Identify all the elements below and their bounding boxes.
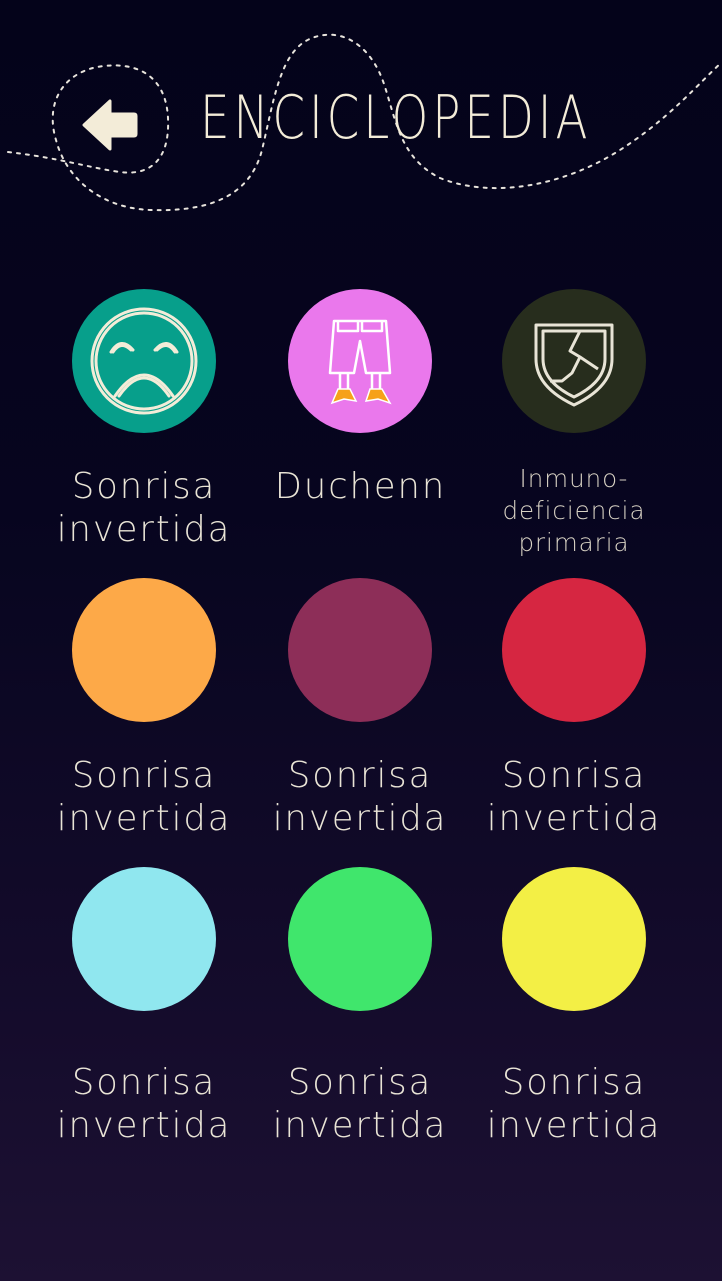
cracked-shield-icon (534, 323, 614, 407)
item-circle (502, 867, 646, 1011)
disease-item-sonrisa-invertida[interactable]: Sonrisa invertida (250, 578, 470, 840)
item-label: Sonrisa invertida (56, 466, 232, 550)
disease-item-sonrisa-invertida[interactable]: Sonrisa invertida (34, 867, 254, 1147)
item-circle (288, 578, 432, 722)
item-label: Sonrisa invertida (272, 755, 448, 839)
item-label: Sonrisa invertida (486, 1062, 662, 1146)
item-label: Sonrisa invertida (486, 755, 662, 839)
item-circle (502, 289, 646, 433)
disease-item-inmunodeficiencia-primaria[interactable]: Inmuno- deficiencia primaria (464, 289, 684, 559)
item-label: Sonrisa invertida (56, 1062, 232, 1146)
item-circle (72, 289, 216, 433)
item-label: Duchenn (274, 466, 446, 507)
disease-item-sonrisa-invertida[interactable]: Sonrisa invertida (464, 867, 684, 1147)
item-circle (288, 867, 432, 1011)
item-circle (288, 289, 432, 433)
disease-item-sonrisa-invertida[interactable]: Sonrisa invertida (34, 289, 254, 551)
disease-item-duchenn[interactable]: Duchenn (250, 289, 470, 508)
disease-item-sonrisa-invertida[interactable]: Sonrisa invertida (34, 578, 254, 840)
item-label: Sonrisa invertida (272, 1062, 448, 1146)
item-circle (502, 578, 646, 722)
item-label: Sonrisa invertida (56, 755, 232, 839)
item-label: Inmuno- deficiencia primaria (502, 464, 646, 557)
disease-item-sonrisa-invertida[interactable]: Sonrisa invertida (250, 867, 470, 1147)
disease-grid: Sonrisa invertida Duchenn Inmuno- defici… (0, 0, 722, 1281)
shorts-legs-icon (328, 319, 392, 405)
sad-face-icon (90, 307, 198, 415)
item-circle (72, 578, 216, 722)
item-circle (72, 867, 216, 1011)
disease-item-sonrisa-invertida[interactable]: Sonrisa invertida (464, 578, 684, 840)
